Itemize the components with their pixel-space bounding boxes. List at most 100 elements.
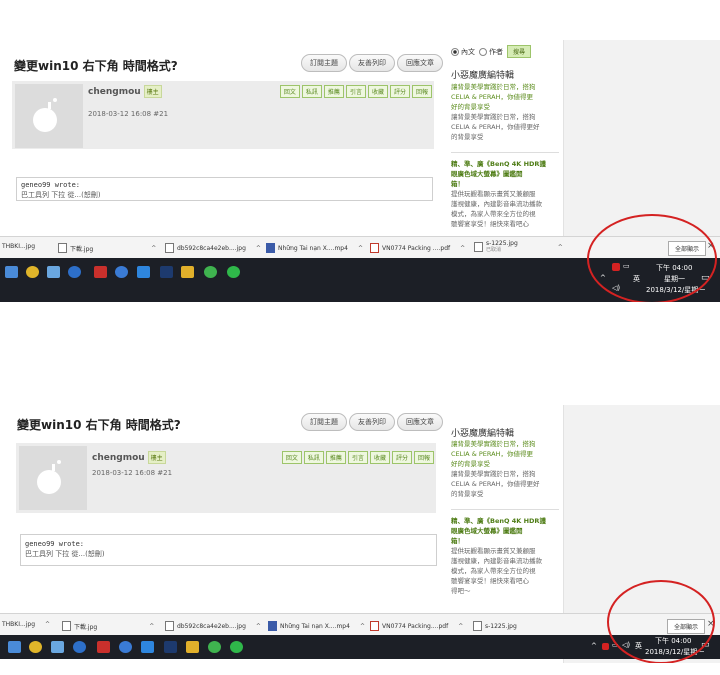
radio-content[interactable] — [451, 47, 459, 56]
post-card: chengmou 樓主 2018-03-12 16:08 #21 回文 私訊 推薦… — [16, 443, 436, 513]
filezilla-icon[interactable] — [94, 266, 107, 278]
app-icon[interactable] — [119, 641, 132, 653]
quote-author: geneo99 wrote: — [25, 540, 85, 548]
action-report[interactable]: 回報 — [411, 85, 432, 98]
print-button[interactable]: 友善列印 — [349, 413, 395, 431]
quote-text: 巴工具列 下拉 從...(恕刪) — [21, 191, 101, 199]
filezilla-icon[interactable] — [97, 641, 110, 653]
app-icon[interactable] — [73, 641, 86, 653]
tray-app-icon[interactable] — [602, 643, 609, 650]
download-item[interactable]: 下載.jpg ^ — [58, 243, 156, 253]
avatar-bomb-icon — [33, 98, 57, 132]
action-reply[interactable]: 回文 — [281, 451, 302, 464]
app-icon[interactable] — [186, 641, 199, 653]
chevron-up-icon: ^ — [458, 622, 464, 630]
download-item[interactable]: db592c8ca4e2eb....jpg ^ — [165, 243, 261, 253]
search-button[interactable]: 搜尋 — [507, 45, 532, 58]
file-icon — [474, 242, 483, 252]
action-message[interactable]: 私訊 — [301, 85, 322, 98]
action-message[interactable]: 私訊 — [303, 451, 324, 464]
post-actions: 回文 私訊 推薦 引言 收藏 評分 回報 — [280, 451, 434, 464]
pdf-icon — [370, 243, 379, 253]
subscribe-button[interactable]: 訂閱主題 — [301, 54, 347, 72]
download-item[interactable]: VN0774 Packing....pdf ^ — [370, 621, 463, 631]
subscribe-button[interactable]: 訂閱主題 — [301, 413, 347, 431]
file-icon — [473, 621, 482, 631]
thread-title: 變更win10 右下角 時間格式? — [17, 418, 181, 432]
app-icon[interactable] — [181, 266, 194, 278]
screenshot-top: 變更win10 右下角 時間格式? 訂閱主題 友善列印 回應文章 chengmo… — [0, 40, 720, 302]
action-favorite[interactable]: 收藏 — [369, 451, 390, 464]
post-author[interactable]: chengmou 樓主 — [92, 451, 166, 464]
file-icon — [62, 621, 71, 631]
action-reply[interactable]: 回文 — [279, 85, 300, 98]
quote-box: geneo99 wrote: 巴工具列 下拉 從...(恕刪) — [16, 177, 433, 201]
download-item[interactable]: THBKI...jpg ^ — [2, 621, 50, 628]
chevron-up-icon: ^ — [149, 622, 155, 630]
news-item-1[interactable]: 讓背景美學實踐於日常，搭狗 CELIA & PERAH，你値得更 好的背景享受 … — [451, 439, 559, 499]
download-item[interactable]: s-1225.jpg 已取消 ^ — [474, 240, 563, 254]
file-explorer-icon[interactable] — [8, 641, 21, 653]
line-icon[interactable] — [227, 266, 240, 278]
app-icon[interactable] — [68, 266, 81, 278]
chevron-up-icon: ^ — [45, 621, 51, 628]
wechat-icon[interactable] — [208, 641, 221, 653]
news-item-2[interactable]: 精、準、廣《BenQ 4K HDR護 眼廣色域大螢幕》圖鑑開 箱！ 提供玩觀看顯… — [451, 516, 559, 596]
annotation-circle — [587, 214, 717, 302]
radio-author[interactable] — [479, 47, 487, 56]
action-rate[interactable]: 評分 — [389, 85, 410, 98]
reply-button[interactable]: 回應文章 — [397, 413, 443, 431]
download-item[interactable]: Những Tai nạn X....mp4 ^ — [268, 621, 365, 631]
chevron-up-icon: ^ — [255, 622, 261, 630]
app-icon[interactable] — [51, 641, 64, 653]
post-time: 2018-03-12 16:08 #21 — [88, 110, 169, 118]
app-icon[interactable] — [115, 266, 128, 278]
file-icon — [165, 243, 174, 253]
post-author[interactable]: chengmou 樓主 — [88, 85, 162, 98]
print-button[interactable]: 友善列印 — [349, 54, 395, 72]
line-icon[interactable] — [230, 641, 243, 653]
quote-box: geneo99 wrote: 巴工具列 下拉 從...(恕刪) — [20, 534, 437, 566]
download-item[interactable]: VN0774 Packing ....pdf ^ — [370, 243, 465, 253]
chevron-up-icon: ^ — [460, 244, 466, 252]
annotation-circle — [607, 580, 715, 663]
download-item[interactable]: Những Tai nạn X....mp4 ^ — [266, 243, 363, 253]
download-item[interactable]: THBKI...jpg — [2, 243, 35, 250]
app-icon[interactable] — [47, 266, 60, 278]
download-item[interactable]: s-1225.jpg — [473, 621, 517, 631]
avatar[interactable] — [15, 84, 83, 148]
reply-button[interactable]: 回應文章 — [397, 54, 443, 72]
file-explorer-icon[interactable] — [5, 266, 18, 278]
app-icon[interactable] — [141, 641, 154, 653]
chevron-up-icon: ^ — [557, 243, 563, 251]
thread-buttons: 訂閱主題 友善列印 回應文章 — [301, 413, 445, 431]
role-badge: 樓主 — [147, 451, 166, 464]
photoshop-icon[interactable] — [164, 641, 177, 653]
avatar[interactable] — [19, 446, 87, 510]
action-quote[interactable]: 引言 — [345, 85, 366, 98]
download-item[interactable]: db592c8ca4e2eb....jpg ^ — [165, 621, 261, 631]
screenshot-bottom: 變更win10 右下角 時間格式? 訂閱主題 友善列印 回應文章 chengmo… — [0, 405, 720, 663]
action-rate[interactable]: 評分 — [391, 451, 412, 464]
search-options: 內文 作者 搜尋 — [451, 45, 532, 58]
quote-text: 巴工具列 下拉 從...(恕刪) — [25, 550, 105, 558]
sidebar-divider — [451, 152, 559, 153]
action-favorite[interactable]: 收藏 — [367, 85, 388, 98]
news-item-2[interactable]: 精、準、廣《BenQ 4K HDR護 眼廣色域大螢幕》圖鑑開 箱！ 提供玩觀看顯… — [451, 159, 559, 229]
photoshop-icon[interactable] — [160, 266, 173, 278]
quote-author: geneo99 wrote: — [21, 181, 81, 189]
chrome-icon[interactable] — [26, 266, 39, 278]
news-item-1[interactable]: 讓背景美學實踐於日常，搭狗 CELIA & PERAH，你値得更 好的背景享受 … — [451, 82, 559, 142]
chevron-up-icon: ^ — [359, 622, 365, 630]
chevron-up-icon[interactable]: ^ — [591, 642, 597, 650]
chrome-icon[interactable] — [29, 641, 42, 653]
download-item[interactable]: 下載.jpg ^ — [62, 621, 154, 631]
sidebar-title: 小惡魔廣編特輯 — [451, 429, 515, 439]
action-quote[interactable]: 引言 — [347, 451, 368, 464]
post-actions: 回文 私訊 推薦 引言 收藏 評分 回報 — [278, 85, 432, 98]
app-icon[interactable] — [137, 266, 150, 278]
action-recommend[interactable]: 推薦 — [323, 85, 344, 98]
action-report[interactable]: 回報 — [413, 451, 434, 464]
action-recommend[interactable]: 推薦 — [325, 451, 346, 464]
wechat-icon[interactable] — [204, 266, 217, 278]
